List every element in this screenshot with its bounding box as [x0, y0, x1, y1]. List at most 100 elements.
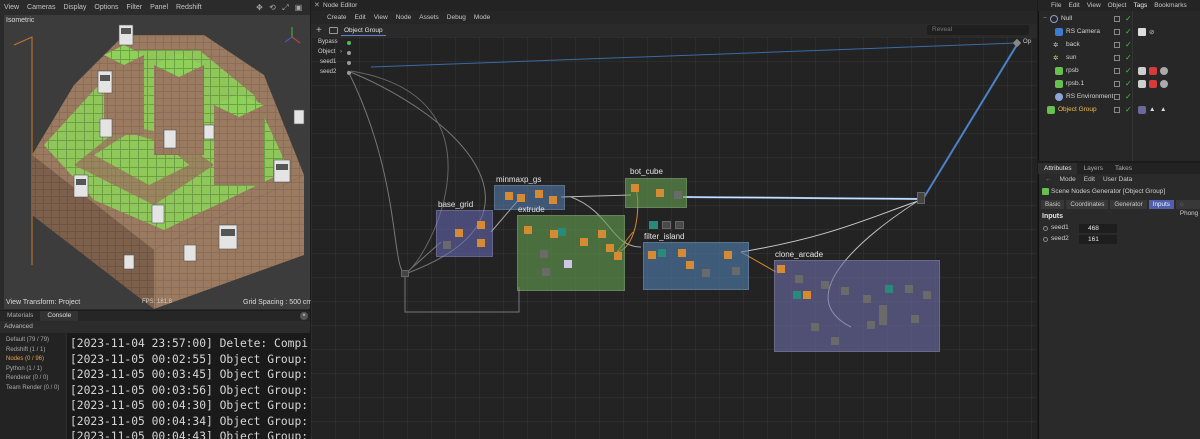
node[interactable]: [885, 285, 893, 293]
collapse-icon[interactable]: −: [1043, 15, 1047, 22]
object-name[interactable]: back: [1066, 41, 1080, 48]
category-python[interactable]: Python (1 / 1): [6, 365, 66, 375]
node[interactable]: [631, 184, 639, 192]
node[interactable]: [477, 239, 485, 247]
node[interactable]: [580, 238, 588, 246]
group-title-bot-cube[interactable]: bot_cube: [630, 167, 663, 176]
console-filter-advanced[interactable]: Advanced: [0, 321, 310, 333]
seed1-field[interactable]: 468: [1079, 224, 1117, 233]
node[interactable]: [795, 275, 803, 283]
group-extrude[interactable]: [517, 215, 625, 291]
move-view-icon[interactable]: ✥: [255, 3, 264, 12]
node[interactable]: [564, 260, 572, 268]
viewport-menu-display[interactable]: Display: [63, 4, 86, 11]
output-port-op[interactable]: Op: [1023, 39, 1031, 45]
menu-mode[interactable]: Mode: [1060, 176, 1076, 183]
port-bypass[interactable]: Bypass: [318, 39, 338, 45]
enabled-check-icon[interactable]: ✓: [1125, 14, 1132, 23]
node[interactable]: [598, 230, 606, 238]
category-redshift[interactable]: Redshift (1 / 1): [6, 346, 66, 356]
group-bot-cube[interactable]: [625, 178, 687, 208]
node[interactable]: [542, 268, 550, 276]
menu-edit[interactable]: Edit: [1068, 2, 1079, 9]
node[interactable]: [821, 281, 829, 289]
viewport-menu-redshift[interactable]: Redshift: [176, 4, 202, 11]
material-tag-icon[interactable]: [1149, 67, 1157, 75]
visibility-tag-icon[interactable]: [1138, 67, 1146, 75]
node[interactable]: [831, 337, 839, 345]
viewport-menu-view[interactable]: View: [4, 4, 19, 11]
node[interactable]: [656, 189, 664, 197]
node[interactable]: [606, 244, 614, 252]
protection-tag-icon[interactable]: ⊘: [1149, 28, 1154, 36]
enabled-check-icon[interactable]: ✓: [1125, 79, 1132, 88]
node[interactable]: [724, 251, 732, 259]
subtab-phong[interactable]: ◌ Phong: [1175, 200, 1200, 217]
layer-box[interactable]: [1114, 16, 1120, 22]
reroute-node[interactable]: [401, 270, 409, 277]
node[interactable]: [443, 241, 451, 249]
group-title-extrude[interactable]: extrude: [518, 205, 545, 214]
port-seed2[interactable]: seed2: [320, 69, 336, 75]
object-row-rs-environment[interactable]: RS Environment ✓: [1039, 91, 1200, 104]
node-editor-canvas[interactable]: Bypass Object › seed1 seed2 Op base_grid…: [311, 37, 1037, 439]
node[interactable]: [649, 221, 658, 229]
menu-view[interactable]: View: [374, 14, 388, 21]
node[interactable]: [658, 249, 666, 257]
node[interactable]: [524, 226, 532, 234]
object-row-back[interactable]: ✲ back ✓: [1039, 39, 1200, 52]
menu-view[interactable]: View: [1087, 2, 1101, 9]
back-arrow-icon[interactable]: ←: [1045, 176, 1052, 183]
tab-console[interactable]: Console: [40, 311, 79, 321]
group-title-filter-island[interactable]: filter_island: [644, 232, 684, 241]
keyframe-icon[interactable]: [1043, 226, 1048, 231]
node[interactable]: [841, 287, 849, 295]
reveal-search-input[interactable]: [927, 25, 1029, 35]
port-dot-bypass[interactable]: [347, 41, 351, 45]
node[interactable]: [803, 291, 811, 299]
node[interactable]: [732, 267, 740, 275]
subtab-coordinates[interactable]: Coordinates: [1066, 200, 1109, 209]
group-title-base-grid[interactable]: base_grid: [438, 200, 473, 209]
menu-edit[interactable]: Edit: [355, 14, 366, 21]
tab-object-group[interactable]: Object Group: [341, 25, 386, 36]
material-sphere-icon[interactable]: [1160, 67, 1168, 75]
node[interactable]: [678, 249, 686, 257]
menu-edit[interactable]: Edit: [1084, 176, 1095, 183]
menu-debug[interactable]: Debug: [447, 14, 466, 21]
node[interactable]: [558, 228, 566, 236]
visibility-tag-icon[interactable]: [1138, 80, 1146, 88]
port-object[interactable]: Object: [318, 49, 335, 55]
layer-box[interactable]: [1114, 68, 1120, 74]
enabled-check-icon[interactable]: ✓: [1125, 40, 1132, 49]
viewport-render[interactable]: [4, 15, 310, 309]
node[interactable]: [455, 229, 463, 237]
node[interactable]: [505, 192, 513, 200]
enabled-check-icon[interactable]: ✓: [1125, 105, 1132, 114]
menu-mode[interactable]: Mode: [474, 14, 490, 21]
node[interactable]: [549, 196, 557, 204]
subtab-basic[interactable]: Basic: [1041, 200, 1065, 209]
menu-bookmarks[interactable]: Bookmarks: [1154, 2, 1187, 9]
seed2-field[interactable]: 161: [1079, 235, 1117, 244]
console-log-output[interactable]: [2023-11-04 23:57:00] Delete: Compi [202…: [66, 333, 310, 439]
material-sphere-icon[interactable]: [1160, 80, 1168, 88]
nodes-tag-icon[interactable]: [1138, 106, 1146, 114]
menu-user-data[interactable]: User Data: [1103, 176, 1132, 183]
node[interactable]: [674, 191, 682, 199]
object-row-rs-camera[interactable]: RS Camera ✓ ⊘: [1039, 26, 1200, 39]
maximize-icon[interactable]: ▣: [294, 3, 303, 12]
close-icon[interactable]: ✕: [314, 1, 320, 9]
viewport-menu-cameras[interactable]: Cameras: [27, 4, 55, 11]
node[interactable]: [905, 285, 913, 293]
viewport-menu-filter[interactable]: Filter: [127, 4, 143, 11]
subtab-inputs[interactable]: Inputs: [1148, 200, 1174, 209]
keyframe-icon[interactable]: [1043, 237, 1048, 242]
layer-box[interactable]: [1114, 94, 1120, 100]
viewport-menu-panel[interactable]: Panel: [150, 4, 168, 11]
triangle-tag-icon[interactable]: ▲: [1149, 106, 1155, 113]
category-renderer[interactable]: Renderer (0 / 0): [6, 374, 66, 384]
enabled-check-icon[interactable]: ✓: [1125, 53, 1132, 62]
group-clone-arcade[interactable]: [774, 260, 940, 352]
object-name[interactable]: RS Environment: [1066, 93, 1113, 100]
